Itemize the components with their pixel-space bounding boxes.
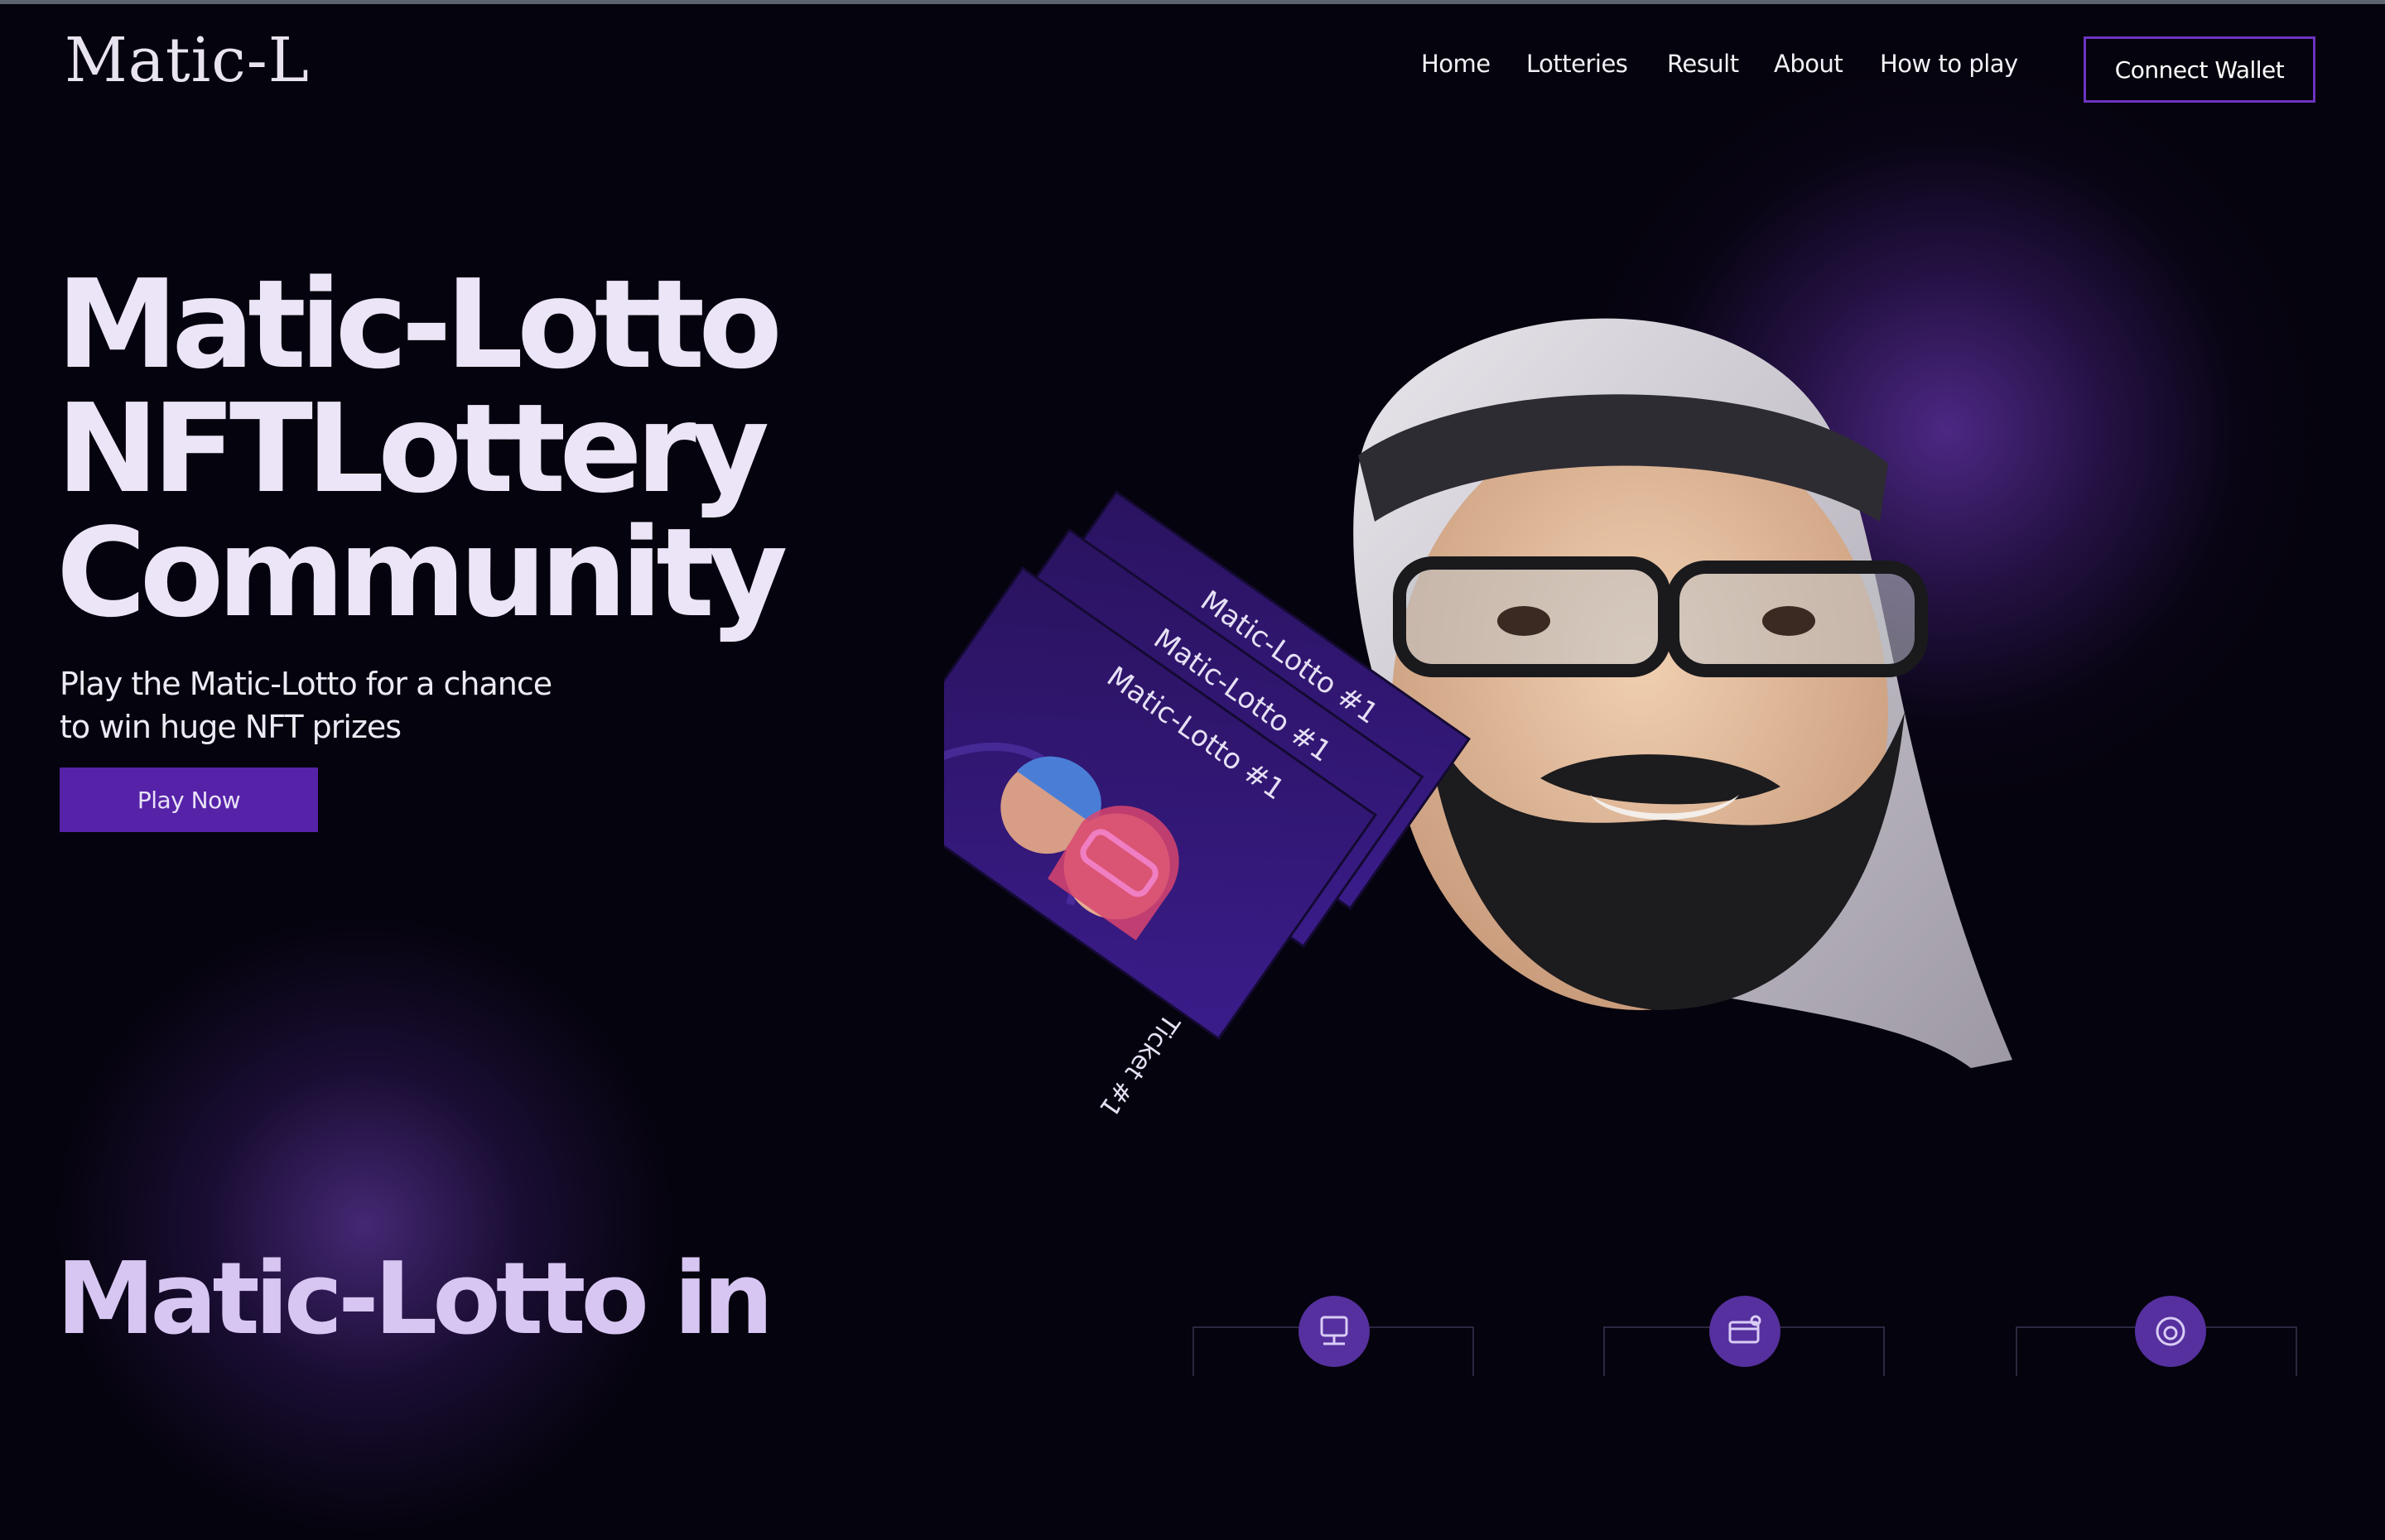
- site-logo[interactable]: Matic-L: [65, 25, 310, 96]
- hero-title-line-2: NFTLottery: [56, 378, 769, 520]
- hero-subtitle-line-1: Play the Matic-Lotto for a chance: [60, 666, 552, 702]
- hero-title-line-3: Community: [56, 502, 788, 644]
- coins-cycle-icon: [2135, 1296, 2206, 1367]
- connect-wallet-button[interactable]: Connect Wallet: [2084, 36, 2315, 103]
- nav-result[interactable]: Result: [1667, 50, 1739, 78]
- avatar-character: [1353, 318, 2012, 1068]
- hero-title-line-1: Matic-Lotto: [56, 253, 783, 396]
- hero-subtitle: Play the Matic-Lotto for a chance to win…: [60, 662, 552, 748]
- play-now-button[interactable]: Play Now: [60, 768, 318, 832]
- background-glow-left: [50, 911, 679, 1540]
- section-title: Matic-Lotto in: [56, 1242, 773, 1357]
- hero-illustration: Matic-Lotto #1 Matic-Lotto #1 Matic-Lott…: [944, 318, 2012, 1122]
- ticket-number: Ticket #1: [1093, 1008, 1185, 1122]
- nav-home[interactable]: Home: [1421, 50, 1491, 78]
- window-top-border: [0, 0, 2385, 4]
- network-folder-icon: [1298, 1296, 1370, 1367]
- nav-lotteries[interactable]: Lotteries: [1526, 50, 1628, 78]
- card-settings-icon: [1709, 1296, 1780, 1367]
- nav-about[interactable]: About: [1774, 50, 1843, 78]
- nav-how-to-play[interactable]: How to play: [1880, 50, 2018, 78]
- hero-subtitle-line-2: to win huge NFT prizes: [60, 709, 402, 745]
